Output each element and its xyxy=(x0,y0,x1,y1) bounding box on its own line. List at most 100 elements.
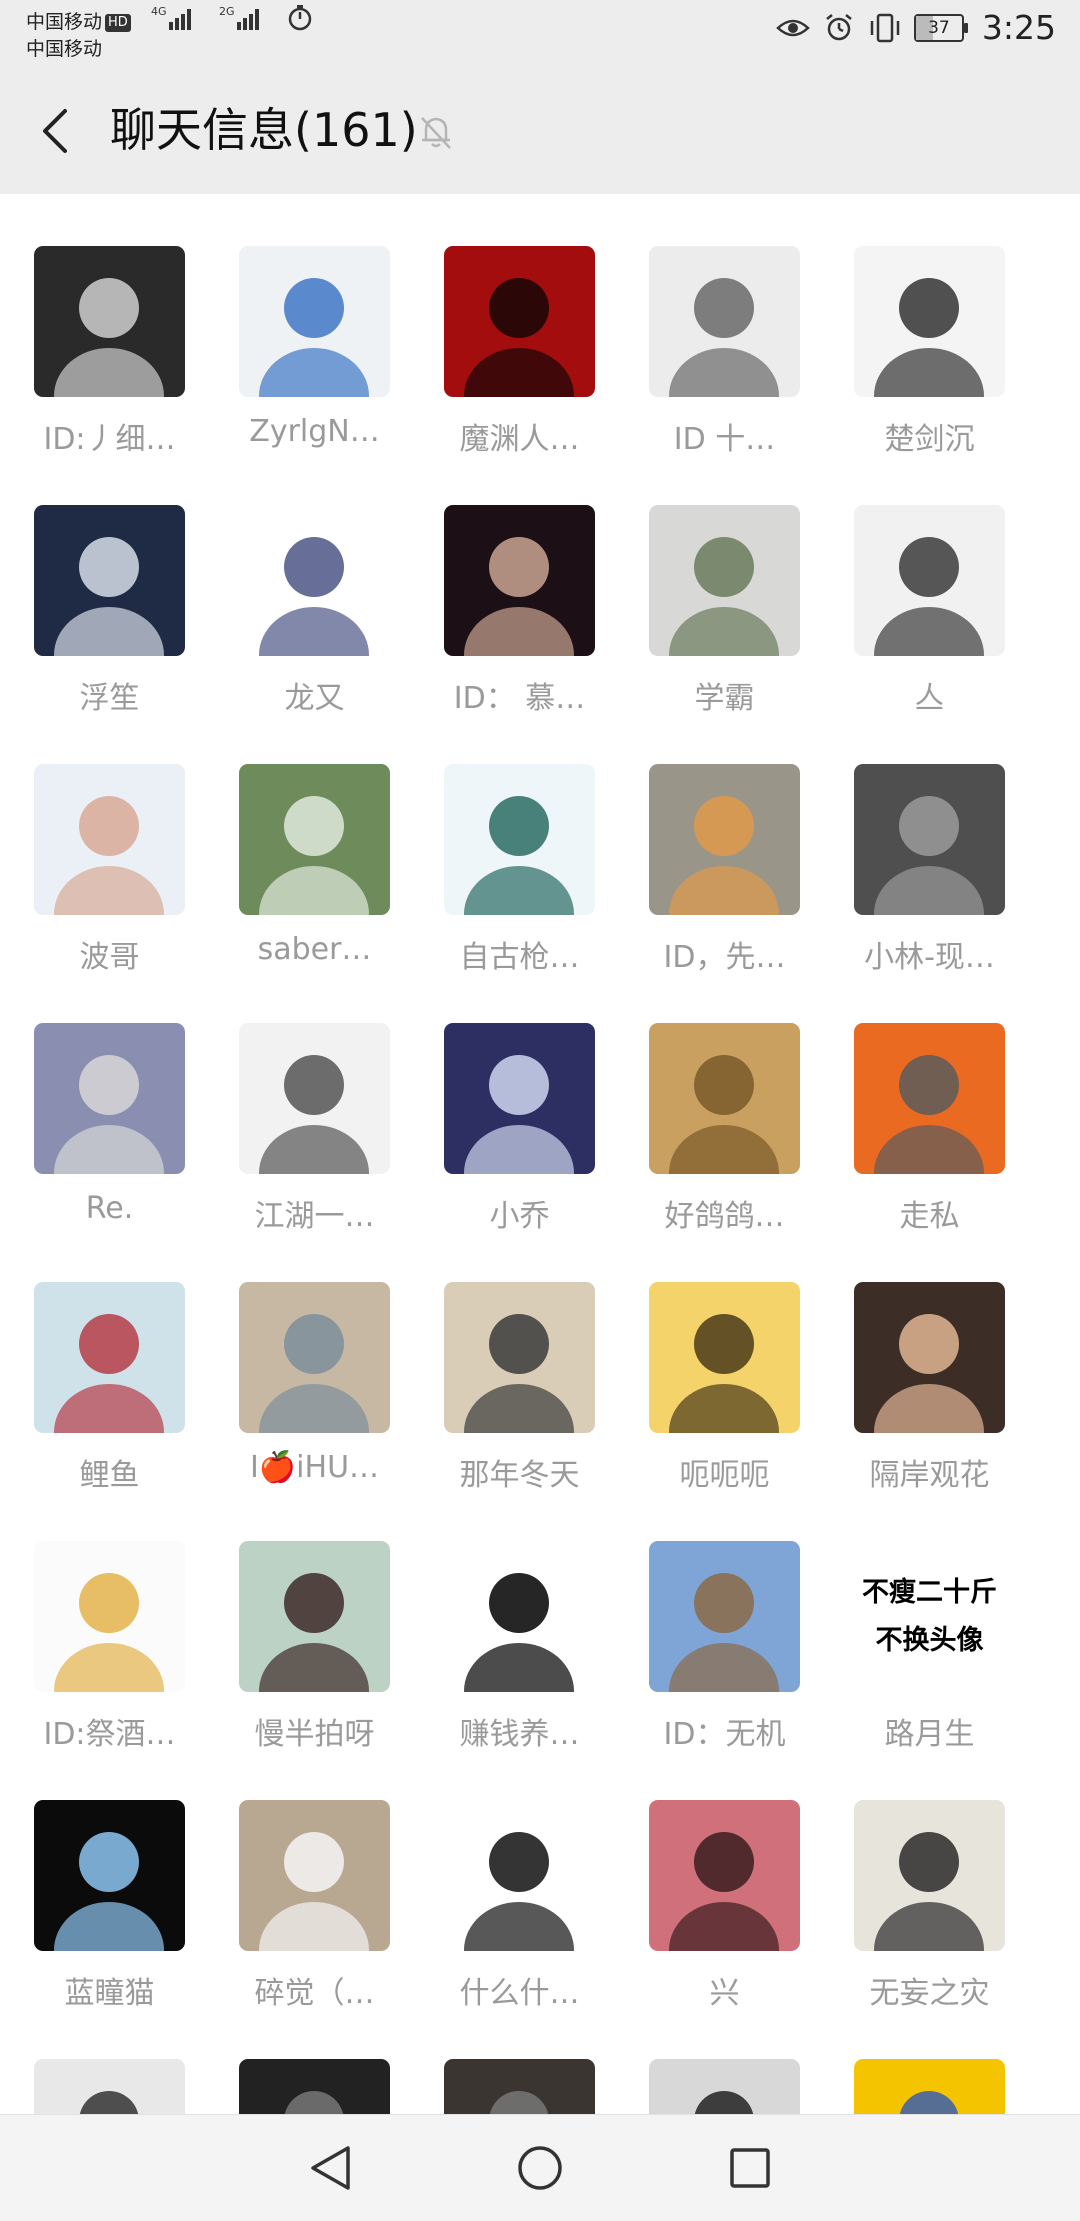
avatar xyxy=(649,246,800,397)
member-item[interactable] xyxy=(0,2007,193,2114)
avatar-figure xyxy=(284,1314,344,1374)
avatar-image xyxy=(284,2091,344,2114)
member-item[interactable]: 鲤鱼 xyxy=(0,1230,193,1493)
member-item[interactable]: saber… xyxy=(193,712,398,967)
member-item[interactable]: 碎觉（… xyxy=(193,1748,398,2011)
member-item[interactable]: 那年冬天 xyxy=(398,1230,603,1493)
avatar xyxy=(239,1023,390,1174)
navigation-bar xyxy=(0,2114,1080,2221)
member-item[interactable]: 赚钱养… xyxy=(398,1489,603,1752)
member-item[interactable]: 兴 xyxy=(603,1748,808,2011)
member-item[interactable]: ID:祭酒… xyxy=(0,1489,193,1752)
member-item[interactable]: ZyrlgN… xyxy=(193,194,398,449)
member-item[interactable]: ID，先… xyxy=(603,712,808,975)
avatar xyxy=(34,764,185,915)
member-item[interactable]: 小乔 xyxy=(398,971,603,1234)
member-item[interactable] xyxy=(398,2007,603,2114)
member-item[interactable]: 蓝瞳猫 xyxy=(0,1748,193,2011)
chevron-left-icon xyxy=(43,109,67,153)
avatar-figure-body xyxy=(54,607,164,656)
avatar-image xyxy=(54,537,164,656)
member-item[interactable]: 慢半拍呀 xyxy=(193,1489,398,1752)
avatar-image xyxy=(669,1573,779,1692)
member-item[interactable]: 什么什… xyxy=(398,1748,603,2011)
avatar-figure xyxy=(79,1573,139,1633)
member-item[interactable]: 学霸 xyxy=(603,453,808,716)
clock: 3:25 xyxy=(981,8,1056,47)
avatar-image xyxy=(669,278,779,397)
avatar-image xyxy=(54,796,164,915)
member-item[interactable]: 无妄之灾 xyxy=(808,1748,1013,2011)
member-item[interactable]: 小林-现… xyxy=(808,712,1013,975)
avatar-text: 不换头像 xyxy=(876,1625,984,1656)
hd-badge: HD xyxy=(105,14,131,32)
avatar-figure xyxy=(489,1832,549,1892)
member-item[interactable]: 呃呃呃 xyxy=(603,1230,808,1493)
avatar-figure xyxy=(694,1832,754,1892)
nav-recent-button[interactable] xyxy=(720,2138,780,2198)
avatar xyxy=(444,1800,595,1951)
avatar-image: 不瘦二十斤不换头像 xyxy=(862,1576,997,1656)
member-name: 亼 xyxy=(914,681,945,716)
member-item[interactable]: 亼 xyxy=(808,453,1013,716)
svg-text:2G: 2G xyxy=(219,5,235,18)
member-item[interactable]: 不瘦二十斤 不换头像 路月生 xyxy=(808,1489,1013,1752)
avatar-text: 不瘦二十斤 xyxy=(862,1576,997,1608)
member-item[interactable]: ID 十… xyxy=(603,194,808,457)
member-item[interactable]: 楚剑沉 xyxy=(808,194,1013,457)
member-item[interactable]: ID：无机 xyxy=(603,1489,808,1752)
member-grid: ID:丿细… ZyrlgN… 魔渊人… ID 十… 楚剑沉浮笙 龙又 ID： 慕… 学霸亼波哥… xyxy=(0,194,1080,2114)
member-item[interactable] xyxy=(193,2007,398,2114)
member-item[interactable]: 走私 xyxy=(808,971,1013,1234)
avatar-figure-body xyxy=(259,1643,369,1692)
avatar-figure-body xyxy=(54,1384,164,1433)
member-item[interactable]: 浮笙 xyxy=(0,453,193,716)
avatar-figure xyxy=(899,1314,959,1374)
circle-home-icon xyxy=(518,2146,562,2190)
avatar-figure-body xyxy=(669,1902,779,1951)
avatar xyxy=(854,505,1005,656)
avatar-figure-body xyxy=(874,607,984,656)
member-item[interactable]: I🍎iHU… xyxy=(193,1230,398,1485)
carrier-info: 中国移动 HD 4G 2G 中国移动 xyxy=(26,4,313,63)
triangle-back-icon xyxy=(311,2146,350,2190)
avatar-figure-body xyxy=(464,1643,574,1692)
back-button[interactable] xyxy=(28,102,80,160)
avatar-figure-body xyxy=(464,1384,574,1433)
avatar xyxy=(649,2059,800,2114)
avatar-figure xyxy=(489,1055,549,1115)
member-item[interactable]: 江湖一… xyxy=(193,971,398,1234)
avatar-image xyxy=(54,1055,164,1174)
avatar-image xyxy=(669,1055,779,1174)
avatar-figure xyxy=(284,1832,344,1892)
avatar-figure-body xyxy=(669,1384,779,1433)
avatar-figure-body xyxy=(54,1643,164,1692)
avatar-image xyxy=(669,1314,779,1433)
avatar xyxy=(34,2059,185,2114)
avatar-figure xyxy=(284,796,344,856)
member-item[interactable]: ID:丿细… xyxy=(0,194,193,457)
avatar-image xyxy=(259,278,369,397)
avatar: 不瘦二十斤 不换头像 xyxy=(854,1541,1005,1692)
member-item[interactable]: 波哥 xyxy=(0,712,193,975)
member-item[interactable]: ID： 慕… xyxy=(398,453,603,716)
avatar xyxy=(444,764,595,915)
member-item[interactable] xyxy=(603,2007,808,2114)
avatar-image xyxy=(259,1055,369,1174)
avatar-image xyxy=(669,796,779,915)
avatar xyxy=(239,1541,390,1692)
nav-home-button[interactable] xyxy=(510,2138,570,2198)
member-item[interactable] xyxy=(808,2007,1013,2114)
avatar-figure xyxy=(284,1573,344,1633)
member-item[interactable]: 魔渊人… xyxy=(398,194,603,457)
member-item[interactable]: 龙又 xyxy=(193,453,398,716)
member-item[interactable]: Re. xyxy=(0,971,193,1226)
member-item[interactable]: 隔岸观花 xyxy=(808,1230,1013,1493)
avatar xyxy=(444,505,595,656)
nav-back-button[interactable] xyxy=(300,2138,360,2198)
avatar-figure-body xyxy=(54,866,164,915)
member-item[interactable]: 好鸽鸽… xyxy=(603,971,808,1234)
member-item[interactable]: 自古枪… xyxy=(398,712,603,975)
avatar xyxy=(444,1541,595,1692)
signal-4g-icon: 4G xyxy=(151,4,199,32)
